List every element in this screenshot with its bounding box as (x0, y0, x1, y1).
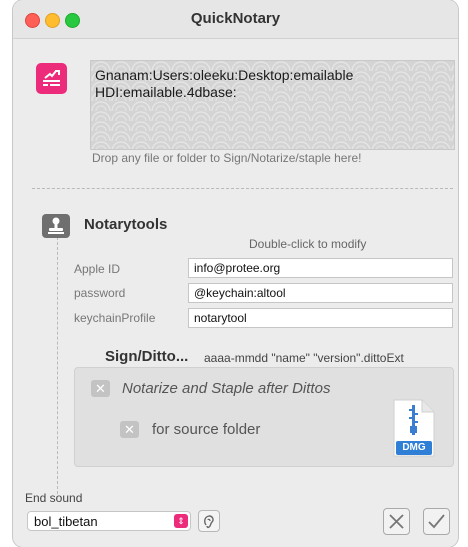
file-path-line-1: Gnanam:Users:oleeku:Desktop:emailable (95, 67, 354, 83)
sign-ditto-heading[interactable]: Sign/Ditto... (105, 348, 188, 365)
drop-zone[interactable]: Gnanam:Users:oleeku:Desktop:emailable HD… (90, 60, 455, 150)
double-click-hint: Double-click to modify (249, 237, 367, 251)
password-field[interactable] (188, 283, 453, 303)
ditto-name-format[interactable]: aaaa-mmdd "name" "version".dittoExt (204, 351, 404, 365)
keychain-profile-field[interactable] (188, 308, 453, 328)
checkmark-icon (428, 514, 445, 529)
end-sound-select[interactable]: bol_tibetan ⇕ (27, 511, 191, 531)
notarize-staple-label: Notarize and Staple after Dittos (122, 380, 331, 397)
end-sound-label: End sound (25, 491, 83, 505)
notarize-staple-checkbox[interactable]: ✕ (91, 380, 110, 397)
stamp-icon (42, 214, 70, 238)
vertical-guide (57, 232, 58, 494)
notarytools-heading: Notarytools (84, 216, 168, 233)
file-path-line-2: HDI:emailable.4dbase: (95, 84, 237, 100)
source-folder-checkbox[interactable]: ✕ (120, 421, 139, 438)
quicknotary-window: QuickNotary Gnanam:Users:oleeku:Desktop:… (13, 0, 458, 547)
ok-button[interactable] (423, 508, 450, 535)
title-bar: QuickNotary (13, 0, 458, 39)
dmg-badge-label: DMG (402, 442, 426, 453)
apple-id-label: Apple ID (74, 262, 121, 276)
source-folder-label: for source folder (152, 421, 261, 438)
cancel-button[interactable] (383, 508, 410, 535)
password-label: password (74, 286, 126, 300)
x-icon (389, 514, 404, 529)
chevron-updown-icon: ⇕ (174, 514, 188, 528)
apple-id-field[interactable] (188, 258, 453, 278)
divider (32, 188, 453, 189)
keychain-profile-label: keychainProfile (74, 311, 156, 325)
window-title: QuickNotary (190, 10, 281, 27)
drop-hint: Drop any file or folder to Sign/Notarize… (92, 151, 362, 165)
signature-icon (36, 63, 67, 94)
end-sound-value: bol_tibetan (34, 514, 98, 529)
ear-icon[interactable] (198, 510, 220, 532)
dmg-file-icon[interactable]: DMG (392, 399, 436, 457)
